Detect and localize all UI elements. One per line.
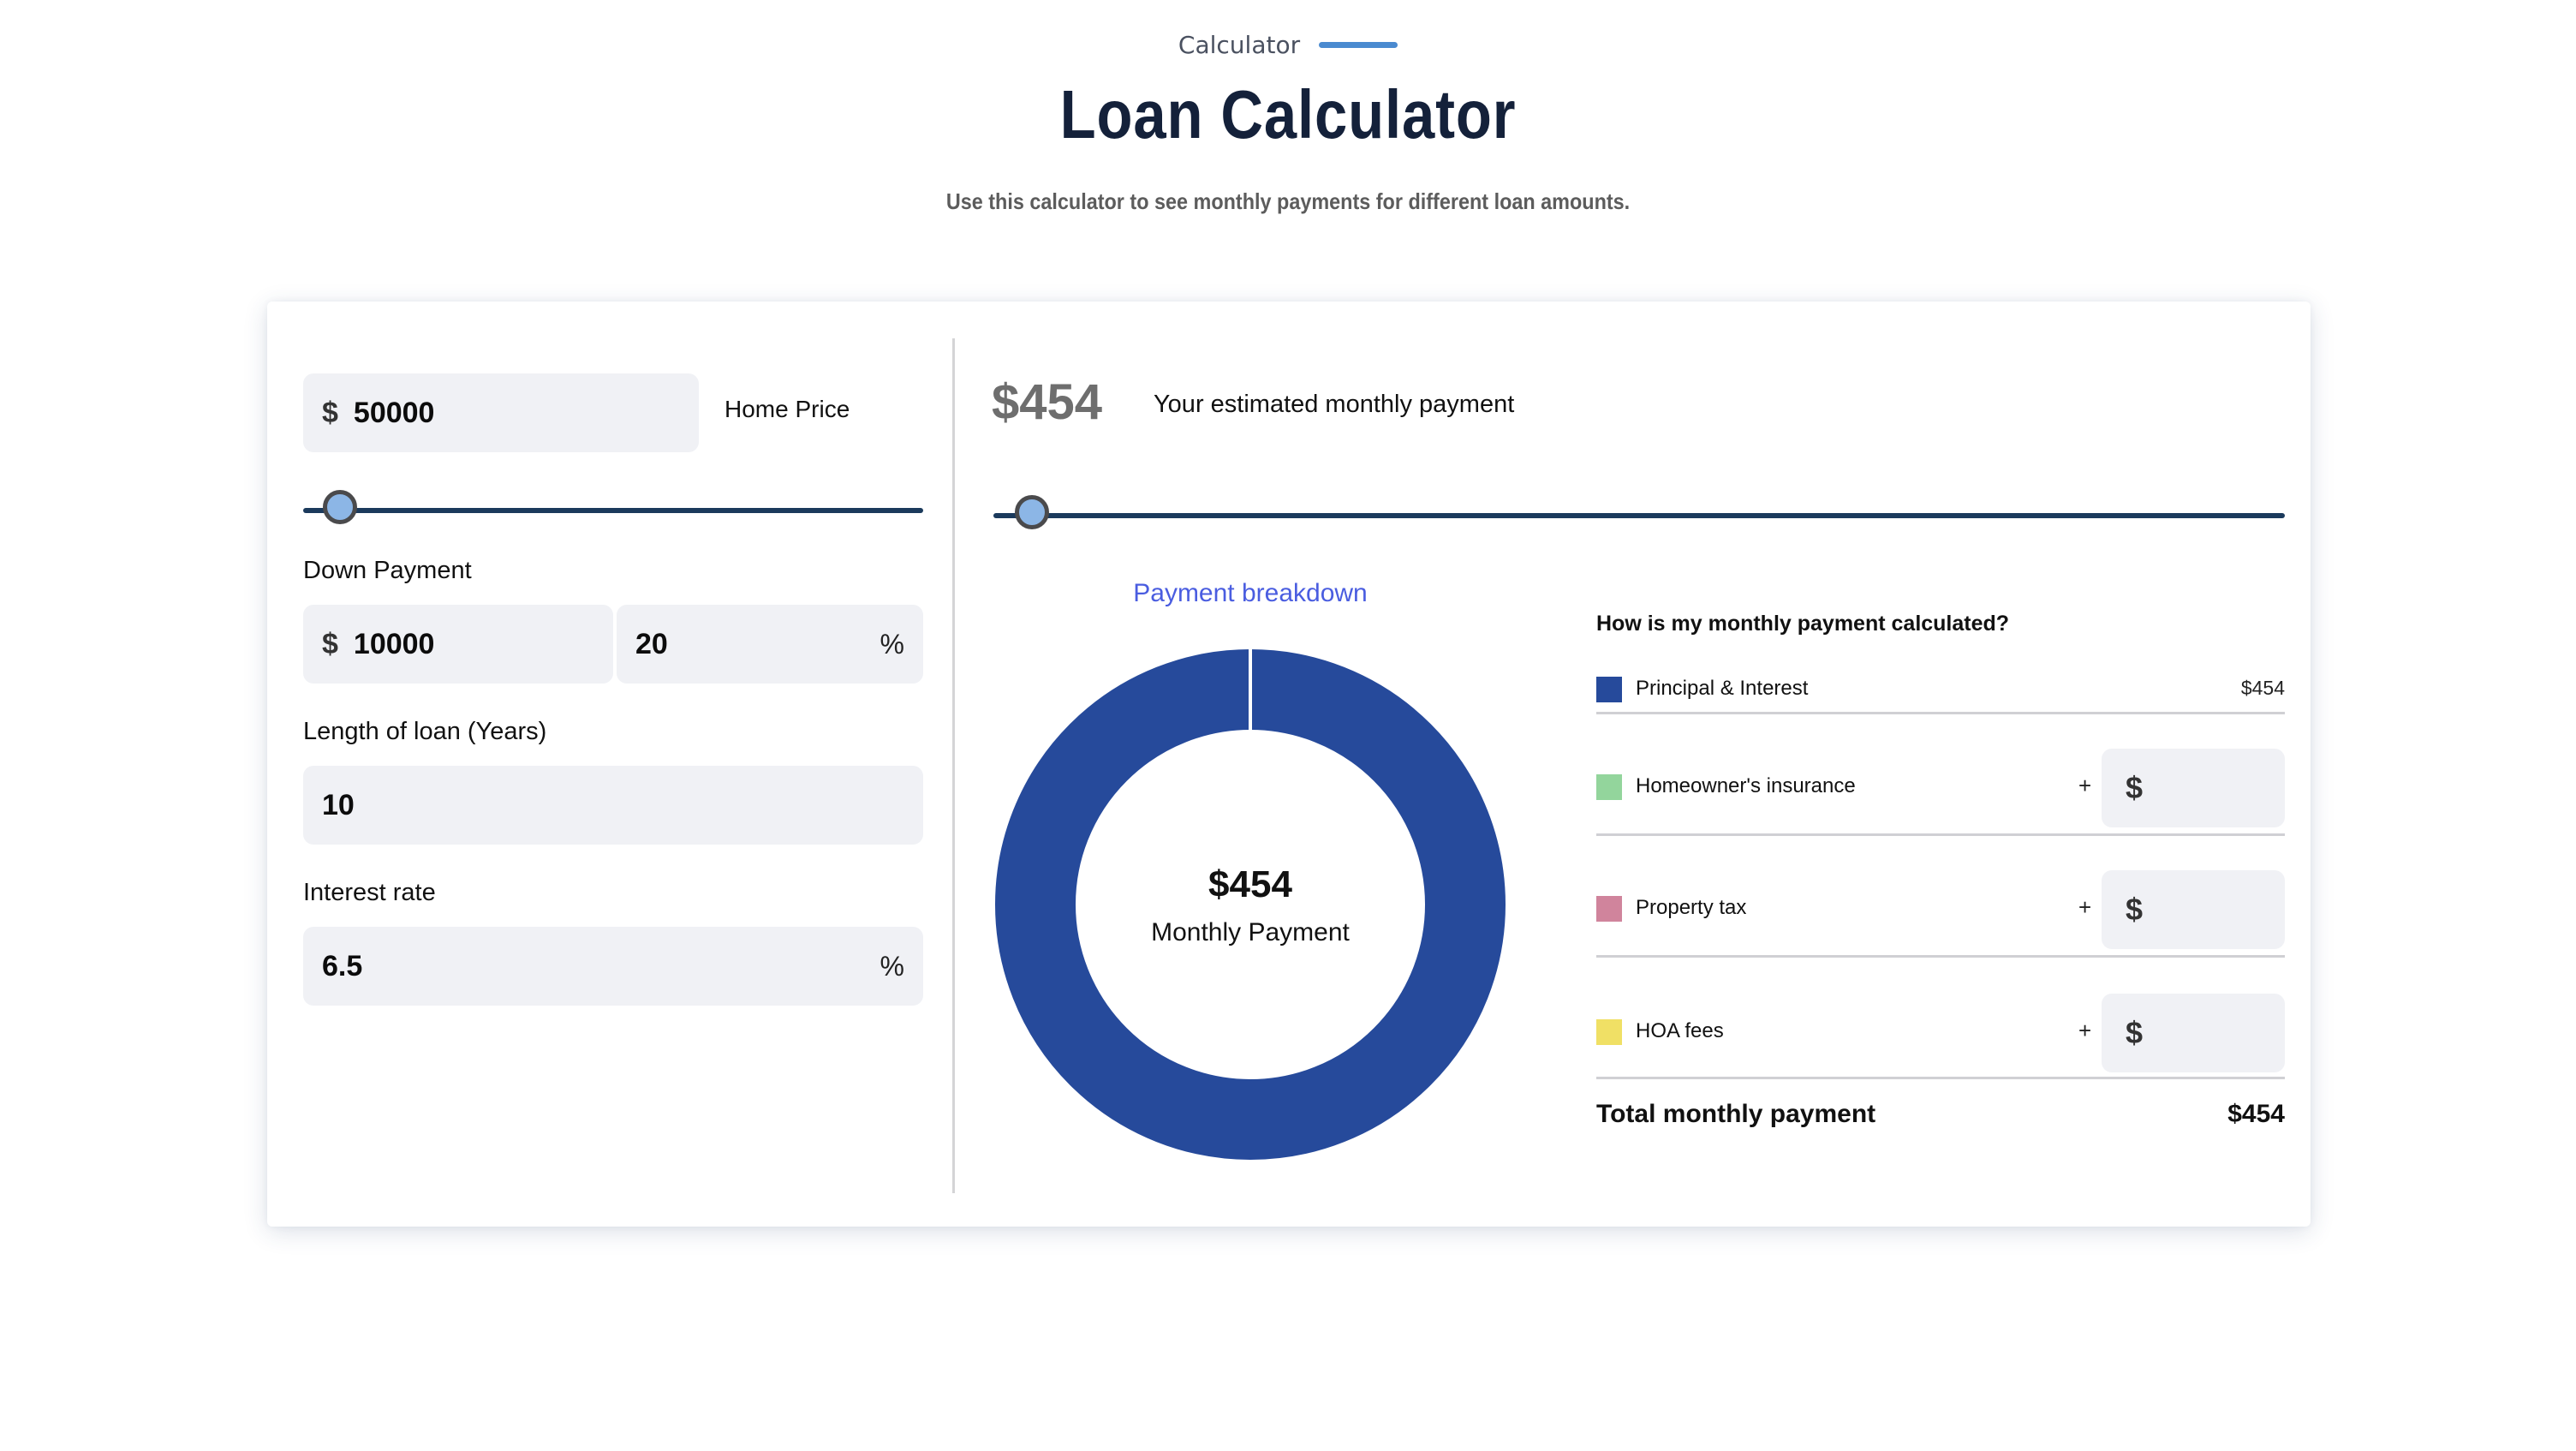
down-payment-percent-input[interactable]: 20 % — [617, 605, 923, 684]
hoa-fees-label: HOA fees — [1636, 1019, 1724, 1042]
eyebrow-accent-line — [1319, 41, 1398, 48]
panel-divider — [952, 338, 955, 1193]
page-title: Loan Calculator — [1059, 76, 1517, 152]
homeowners-insurance-swatch — [1596, 774, 1622, 800]
eyebrow-label: Calculator — [1178, 30, 1301, 59]
section-eyebrow: Calculator — [0, 27, 2576, 62]
interest-rate-value: 6.5 — [322, 949, 363, 982]
down-payment-amount-input[interactable]: $ 10000 — [303, 605, 613, 684]
row-divider — [1596, 1077, 2285, 1079]
slider-thumb[interactable] — [1015, 495, 1050, 529]
home-price-slider[interactable] — [303, 490, 923, 528]
home-price-label: Home Price — [724, 396, 850, 422]
dollar-icon: $ — [2126, 1015, 2144, 1050]
estimated-monthly-amount: $454 — [992, 374, 1103, 430]
principal-interest-label: Principal & Interest — [1636, 677, 1809, 700]
donut-center-amount: $454 — [1208, 863, 1292, 905]
dollar-icon: $ — [322, 396, 338, 429]
slider-thumb[interactable] — [323, 490, 358, 524]
property-tax-swatch — [1596, 896, 1622, 922]
total-monthly-label: Total monthly payment — [1596, 1100, 1876, 1128]
down-payment-label: Down Payment — [303, 557, 472, 584]
interest-rate-label: Interest rate — [303, 879, 436, 906]
homeowners-insurance-label: Homeowner's insurance — [1636, 774, 1856, 797]
hoa-fees-swatch — [1596, 1019, 1622, 1045]
donut-center-label: Monthly Payment — [1151, 918, 1350, 946]
slider-track — [303, 508, 923, 513]
breakdown-chart-title: Payment breakdown — [1133, 579, 1368, 607]
slider-track — [993, 513, 2285, 518]
hoa-fees-input[interactable]: $ — [2102, 994, 2285, 1072]
percent-icon: % — [880, 950, 904, 982]
row-divider — [1596, 712, 2285, 714]
plus-icon: + — [2078, 1018, 2092, 1043]
home-price-input[interactable]: $ 50000 — [303, 373, 699, 452]
dollar-icon: $ — [2126, 770, 2144, 805]
plus-icon: + — [2078, 773, 2092, 798]
page-subtitle: Use this calculator to see monthly payme… — [945, 188, 1631, 214]
dollar-icon: $ — [322, 627, 338, 660]
principal-interest-value: $454 — [2240, 677, 2285, 699]
row-divider — [1596, 833, 2285, 836]
loan-length-input[interactable]: 10 — [303, 766, 923, 845]
down-payment-percent-value: 20 — [635, 627, 668, 660]
plus-icon: + — [2078, 894, 2092, 920]
loan-length-label: Length of loan (Years) — [303, 718, 547, 745]
property-tax-label: Property tax — [1636, 896, 1747, 919]
property-tax-input[interactable]: $ — [2102, 870, 2285, 949]
down-payment-amount-value: 10000 — [353, 627, 435, 660]
interest-rate-input[interactable]: 6.5 % — [303, 927, 923, 1006]
percent-icon: % — [880, 628, 904, 660]
principal-interest-swatch — [1596, 677, 1622, 702]
home-price-value: 50000 — [353, 396, 435, 429]
dollar-icon: $ — [2126, 892, 2144, 927]
loan-length-value: 10 — [322, 788, 355, 821]
payment-slider[interactable] — [993, 495, 2285, 533]
total-monthly-value: $454 — [2227, 1100, 2285, 1128]
row-divider — [1596, 955, 2285, 958]
homeowners-insurance-input[interactable]: $ — [2102, 749, 2285, 827]
estimated-monthly-label: Your estimated monthly payment — [1154, 391, 1515, 418]
breakdown-heading: How is my monthly payment calculated? — [1596, 612, 2010, 636]
